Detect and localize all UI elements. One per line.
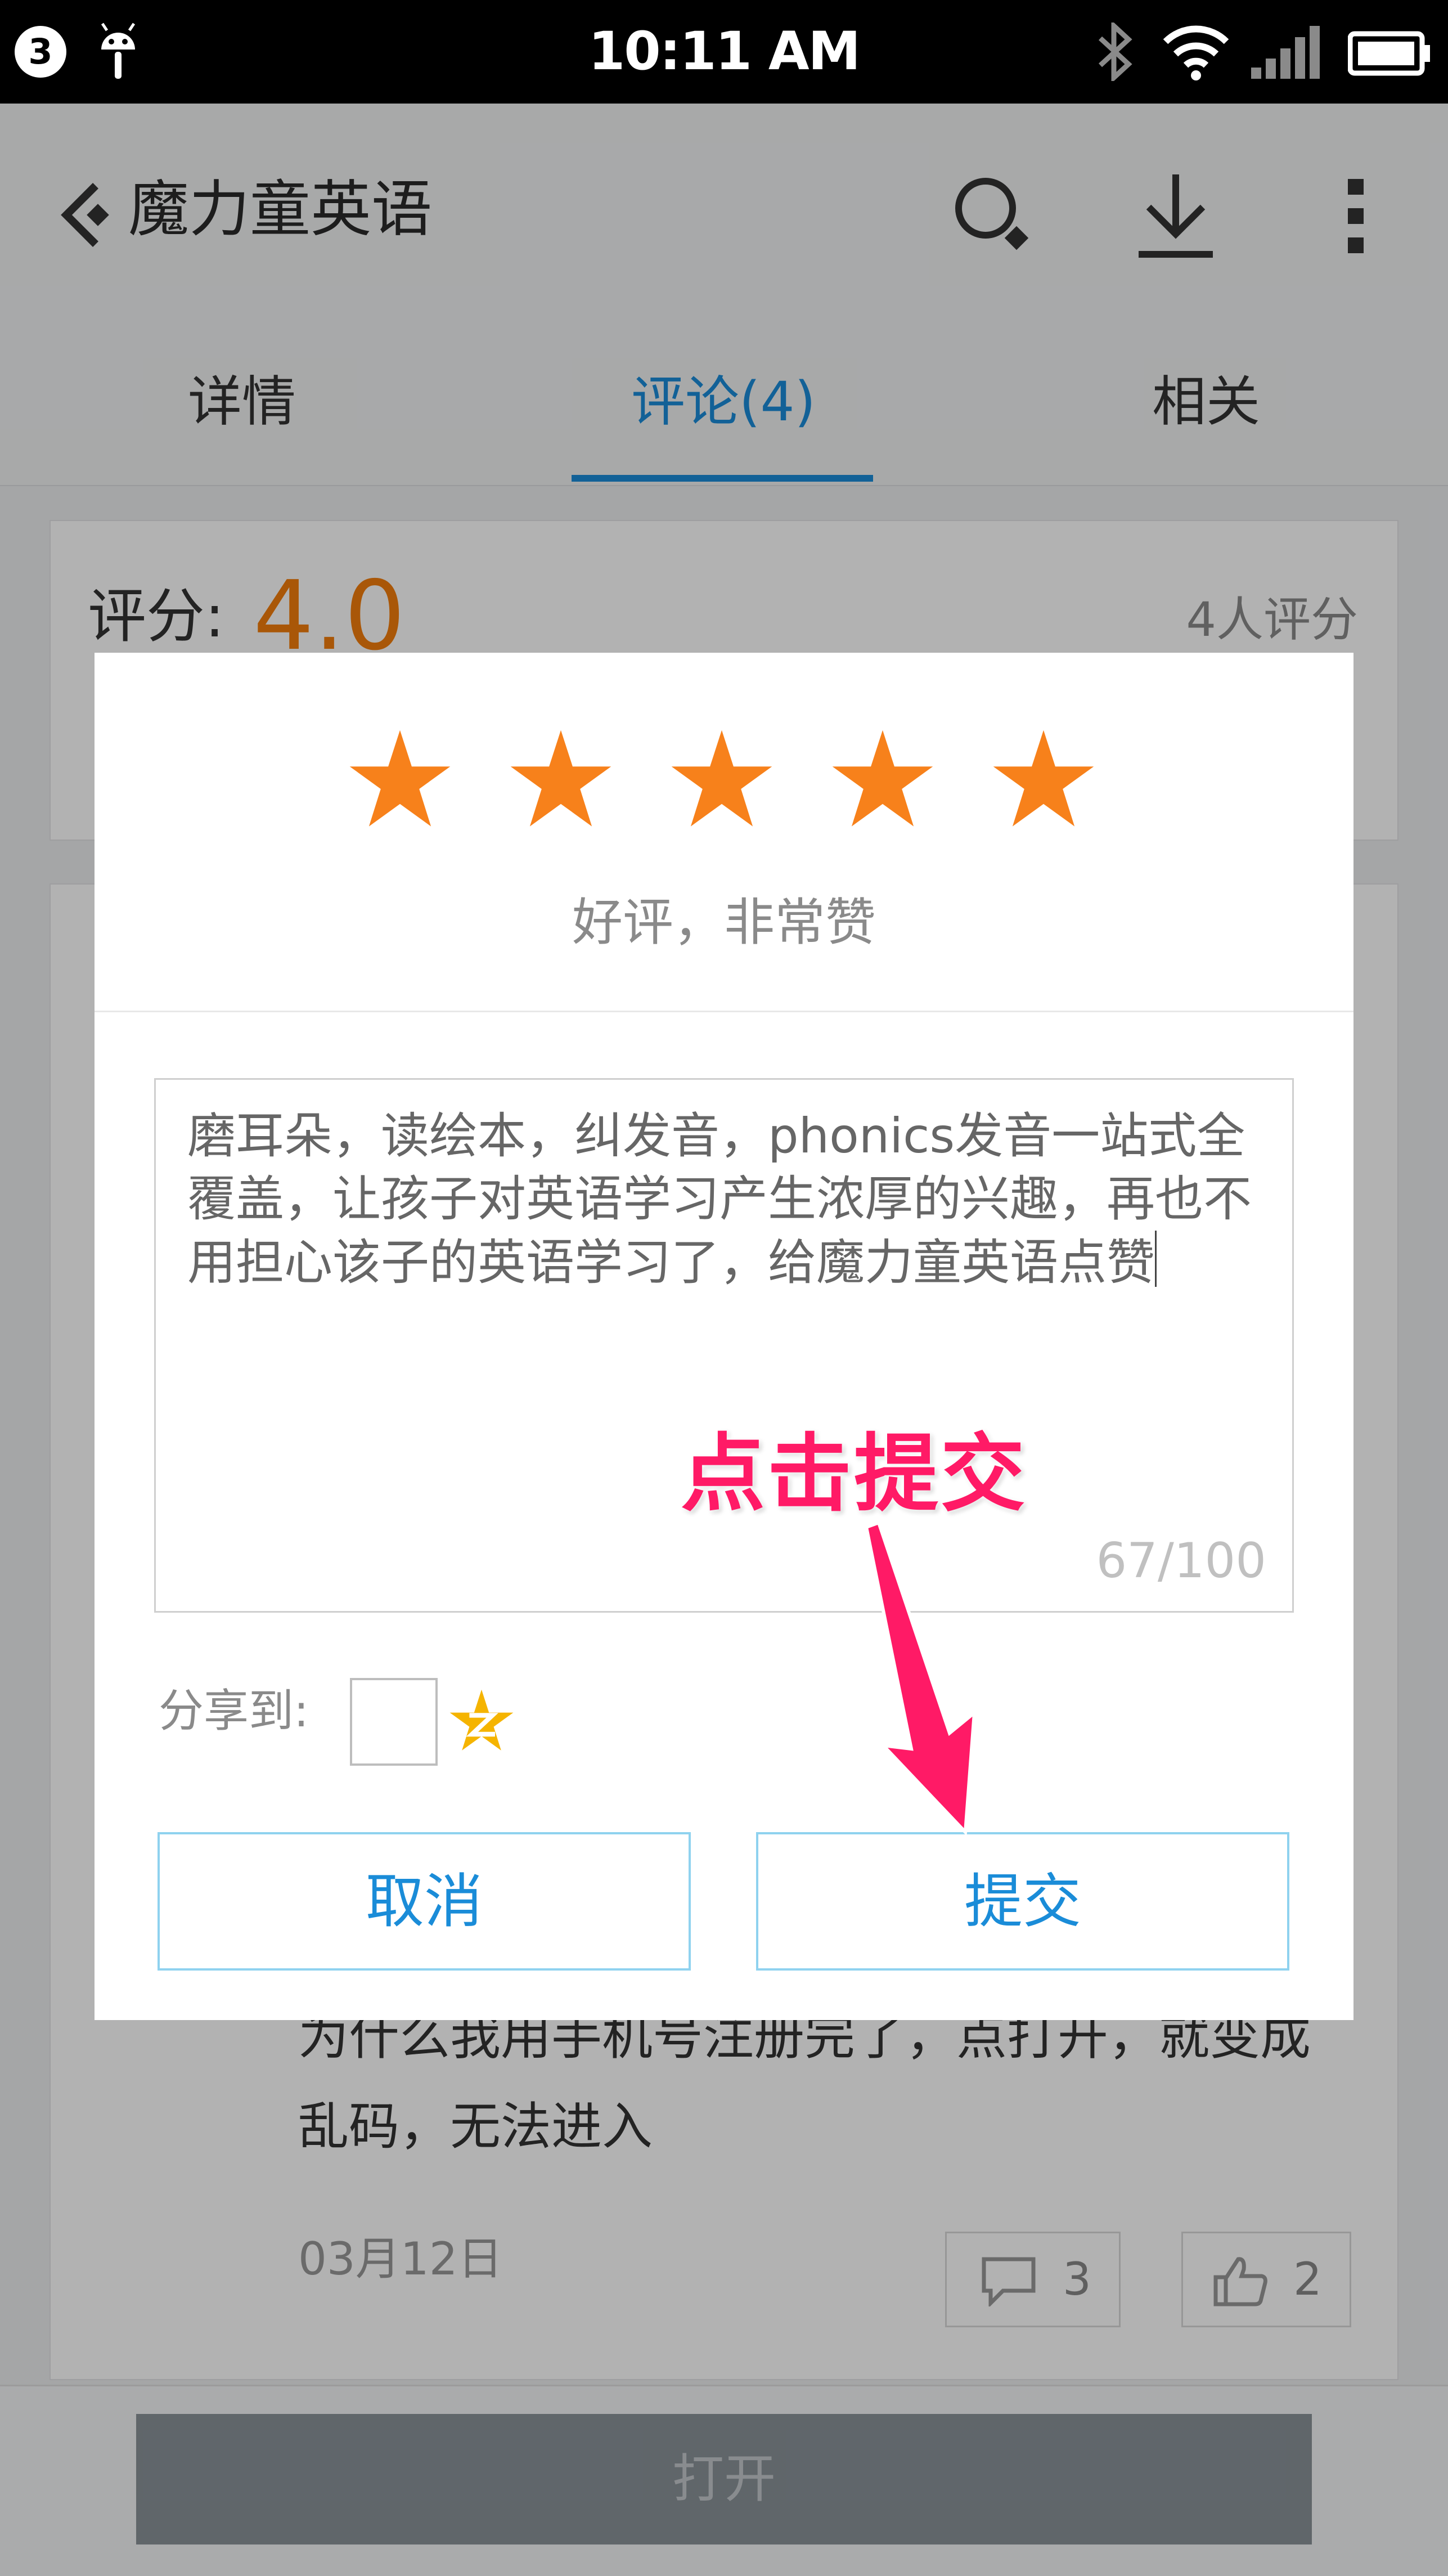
review-dialog: 好评，非常赞 磨耳朵，读绘本，纠发音，phonics发音一站式全覆盖，让孩子对英… (95, 653, 1353, 2020)
wifi-icon (1163, 25, 1229, 80)
bluetooth-icon (1098, 23, 1132, 81)
review-text-value: 磨耳朵，读绘本，纠发音，phonics发音一站式全覆盖，让孩子对英语学习产生浓厚… (187, 1108, 1252, 1291)
share-label: 分享到: (159, 1685, 309, 1737)
rating-caption: 好评，非常赞 (572, 893, 876, 952)
share-checkbox[interactable] (350, 1678, 438, 1766)
star-2-icon[interactable] (507, 726, 614, 833)
star-5-icon[interactable] (990, 726, 1097, 833)
star-3-icon[interactable] (668, 726, 775, 833)
star-rating (95, 726, 1353, 838)
character-counter: 67/100 (1096, 1533, 1266, 1589)
annotation-label: 点击提交 (681, 1425, 1028, 1523)
signal-icon (1251, 26, 1320, 79)
text-cursor (1155, 1231, 1157, 1287)
battery-icon (1348, 31, 1430, 76)
star-4-icon[interactable] (829, 726, 936, 833)
qzone-star-icon (449, 1689, 514, 1751)
annotation-arrow-icon (864, 1520, 977, 1834)
star-1-icon[interactable] (347, 726, 453, 833)
review-input-text: 磨耳朵，读绘本，纠发音，phonics发音一站式全覆盖，让孩子对英语学习产生浓厚… (187, 1105, 1273, 1294)
dialog-divider (95, 1011, 1353, 1012)
submit-button[interactable]: 提交 (756, 1832, 1289, 1971)
status-bar: 3 10:11 AM (0, 0, 1448, 104)
cancel-button[interactable]: 取消 (158, 1832, 691, 1971)
review-textarea[interactable]: 磨耳朵，读绘本，纠发音，phonics发音一站式全覆盖，让孩子对英语学习产生浓厚… (154, 1078, 1294, 1613)
